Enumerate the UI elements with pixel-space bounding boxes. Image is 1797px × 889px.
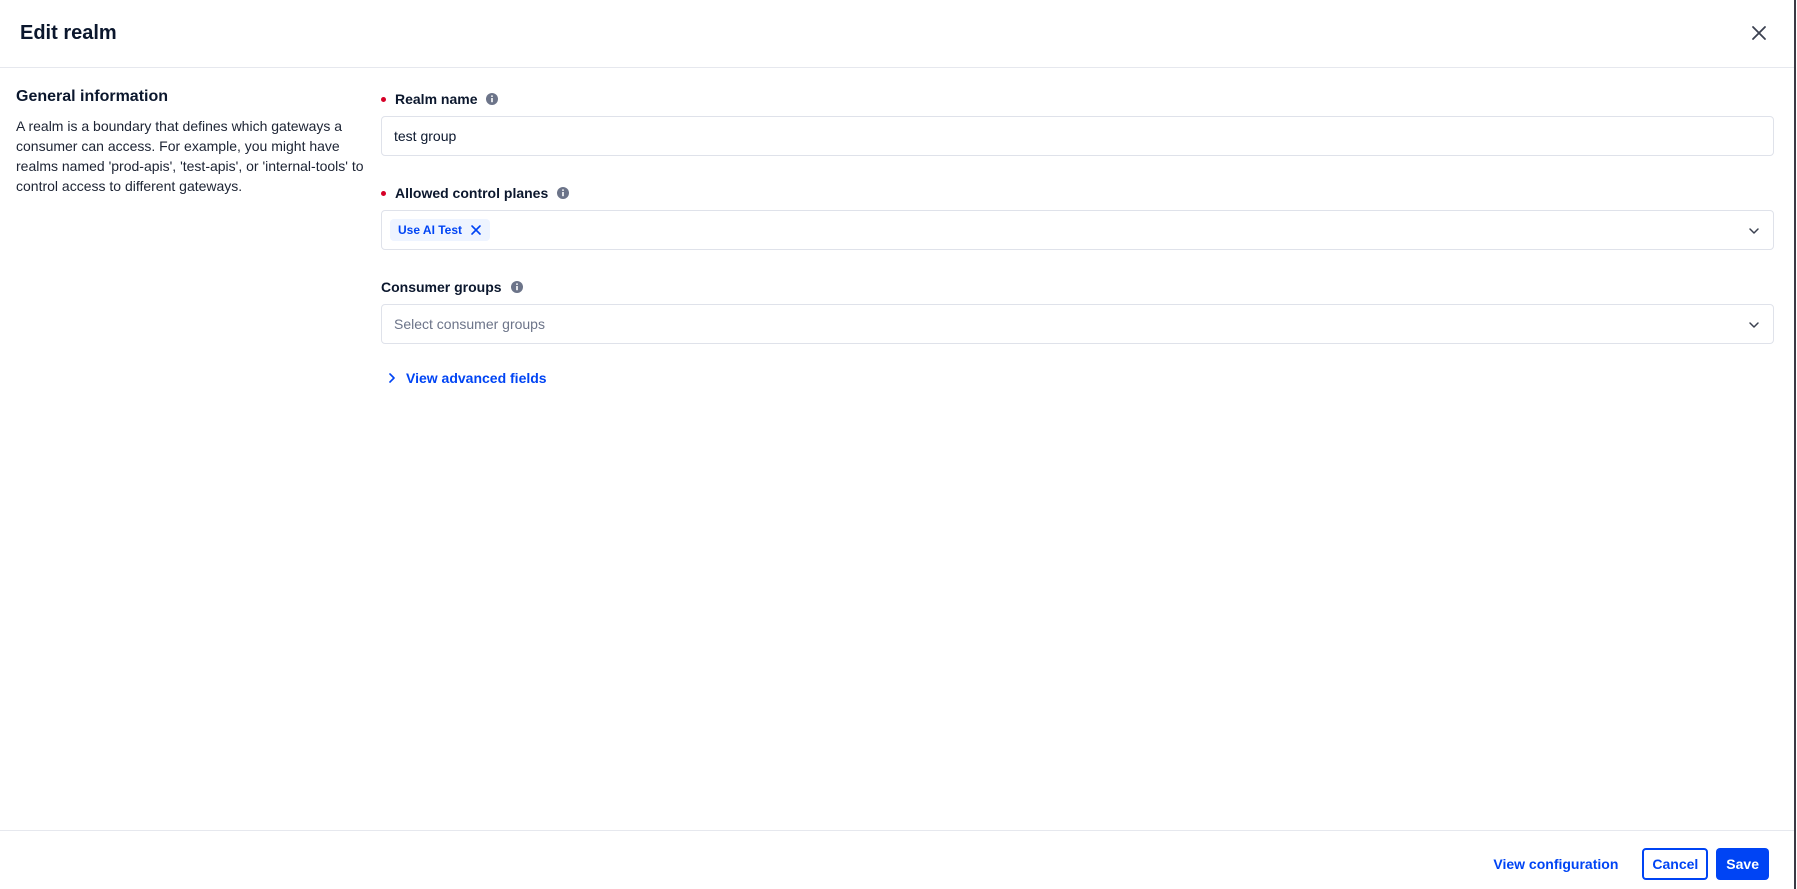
consumer-groups-label-row: Consumer groups — [381, 276, 1774, 298]
chevron-down-icon — [1749, 322, 1759, 328]
footer-actions: View configuration Cancel Save — [1493, 848, 1769, 880]
advanced-link-label: View advanced fields — [406, 370, 547, 386]
realm-name-input[interactable]: test group — [381, 116, 1774, 156]
info-icon[interactable] — [510, 280, 524, 294]
close-icon — [1752, 26, 1766, 40]
realm-name-label: Realm name — [395, 91, 478, 107]
panel-footer: View configuration Cancel Save — [0, 830, 1794, 889]
cancel-button[interactable]: Cancel — [1642, 848, 1709, 880]
section-description: A realm is a boundary that defines which… — [16, 118, 364, 194]
chip-label: Use AI Test — [398, 223, 463, 237]
section-heading: General information — [16, 88, 169, 105]
remove-chip-button[interactable] — [470, 224, 482, 236]
realm-name-label-row: Realm name — [381, 88, 1774, 110]
selected-chip: Use AI Test — [390, 219, 491, 241]
required-indicator — [381, 96, 386, 102]
close-icon — [471, 225, 481, 235]
view-advanced-fields-toggle[interactable]: View advanced fields — [386, 370, 1774, 386]
panel-header: Edit realm — [0, 0, 1794, 68]
info-icon[interactable] — [485, 92, 499, 106]
control-planes-label: Allowed control planes — [395, 185, 549, 201]
chevron-right-icon — [389, 373, 395, 383]
info-icon[interactable] — [556, 186, 570, 200]
consumer-groups-placeholder: Select consumer groups — [394, 316, 545, 332]
chevron-down-icon — [1749, 228, 1759, 234]
control-planes-label-row: Allowed control planes — [381, 182, 1774, 204]
consumer-groups-label: Consumer groups — [381, 279, 502, 295]
realm-form: Realm name test group Allowed control pl… — [381, 88, 1774, 386]
edit-realm-panel: Edit realm General information A realm i… — [0, 0, 1796, 889]
allowed-control-planes-field: Allowed control planes Use AI Test — [381, 182, 1774, 250]
realm-name-field: Realm name test group — [381, 88, 1774, 156]
consumer-groups-field: Consumer groups Select consumer groups — [381, 276, 1774, 344]
required-indicator — [381, 190, 386, 196]
page-title: Edit realm — [20, 22, 117, 44]
view-configuration-button[interactable]: View configuration — [1493, 850, 1634, 878]
general-info-section: General information A realm is a boundar… — [16, 88, 366, 196]
consumer-groups-select[interactable]: Select consumer groups — [381, 304, 1774, 344]
control-planes-select[interactable]: Use AI Test — [381, 210, 1774, 250]
save-button[interactable]: Save — [1716, 848, 1769, 880]
close-button[interactable] — [1748, 22, 1770, 44]
